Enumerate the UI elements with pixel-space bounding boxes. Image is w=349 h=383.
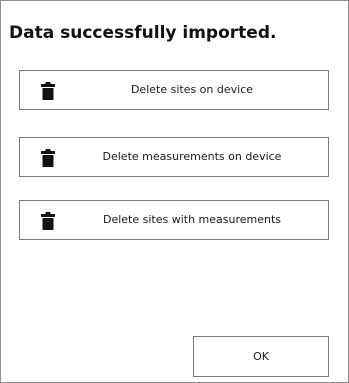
delete-sites-label: Delete sites on device	[130, 83, 254, 96]
dialog-title: Data successfully imported.	[9, 23, 277, 43]
delete-sites-button[interactable]: Delete sites on device	[19, 70, 329, 110]
trash-icon	[41, 212, 55, 230]
delete-sites-with-measurements-button[interactable]: Delete sites with measurements	[19, 200, 329, 240]
import-result-dialog: Data successfully imported. Delete sites…	[0, 0, 349, 383]
ok-button[interactable]: OK	[193, 336, 329, 377]
delete-sites-with-measurements-label: Delete sites with measurements	[102, 213, 282, 226]
trash-icon	[41, 149, 55, 167]
trash-icon	[41, 82, 55, 100]
ok-button-label: OK	[253, 350, 269, 363]
delete-measurements-button[interactable]: Delete measurements on device	[19, 137, 329, 177]
delete-measurements-label: Delete measurements on device	[102, 150, 282, 163]
